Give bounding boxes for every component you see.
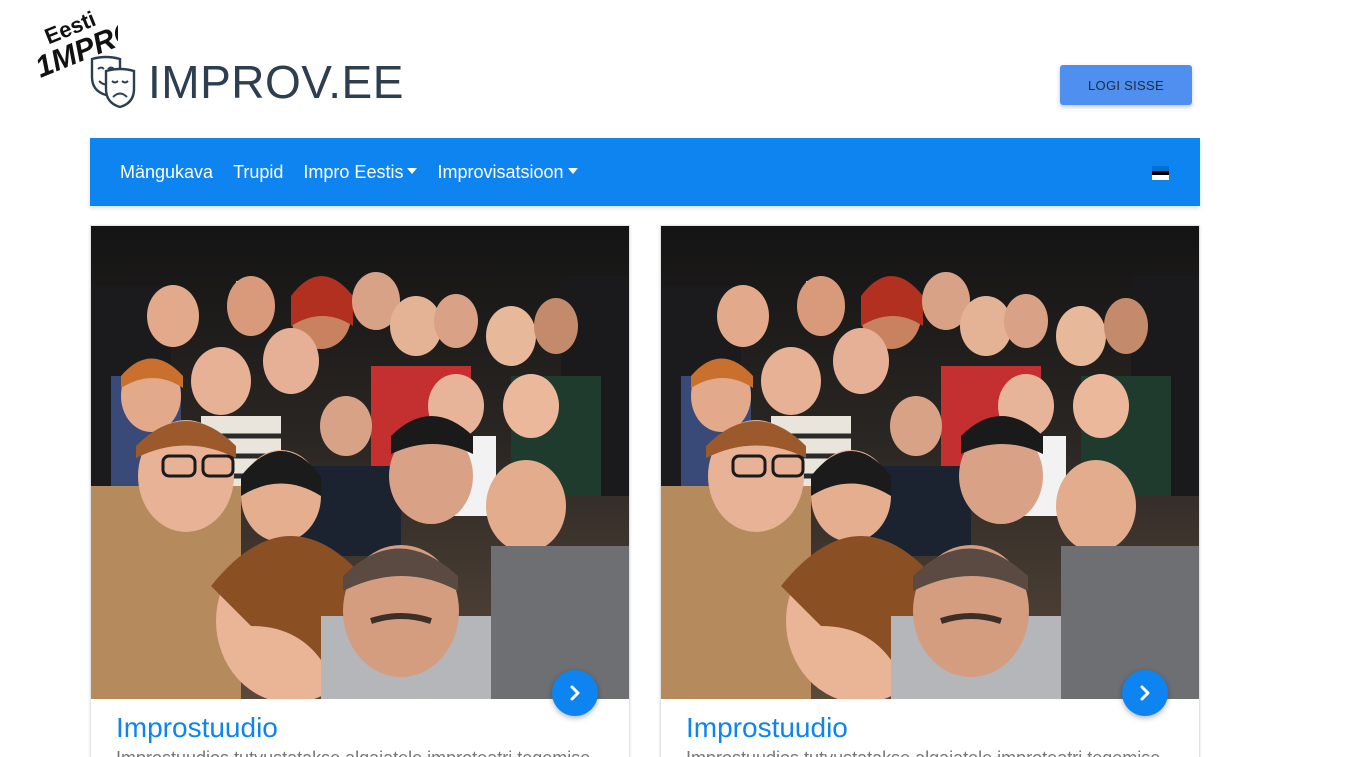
group-selfie-photo[interactable] <box>661 226 1199 699</box>
card-description: Improstuudios tutvustatakse algajatele i… <box>686 748 1176 757</box>
theater-masks-icon <box>90 55 136 109</box>
nav-item-mangukava[interactable]: Mängukava <box>110 162 223 183</box>
page: Eesti 1MPRO IMPROV.EE LOGI SISSE Mänguka… <box>0 0 1353 757</box>
chevron-right-icon <box>570 685 580 701</box>
group-selfie-photo[interactable] <box>91 226 629 699</box>
caret-down-icon <box>407 168 418 174</box>
nav-item-label: Impro Eestis <box>303 161 404 182</box>
card: Improstuudio Improstuudios tutvustatakse… <box>660 225 1200 757</box>
nav-item-impro-eestis[interactable]: Impro Eestis <box>293 162 427 183</box>
main-navbar: Mängukava Trupid Impro Eestis Improvisat… <box>90 138 1200 206</box>
nav-menu: Mängukava Trupid Impro Eestis Improvisat… <box>110 138 588 206</box>
nav-item-trupid[interactable]: Trupid <box>223 162 293 183</box>
login-button[interactable]: LOGI SISSE <box>1060 65 1192 105</box>
nav-item-improvisatsioon[interactable]: Improvisatsioon <box>427 162 587 183</box>
card-title[interactable]: Improstuudio <box>686 712 848 744</box>
caret-down-icon <box>567 168 578 174</box>
card-next-button[interactable] <box>552 670 598 716</box>
estonian-flag-icon[interactable] <box>1152 166 1169 181</box>
nav-item-label: Trupid <box>233 161 284 182</box>
brand-link[interactable]: IMPROV.EE <box>90 54 404 110</box>
nav-item-label: Improvisatsioon <box>437 161 564 182</box>
nav-item-label: Mängukava <box>120 161 214 182</box>
flag-stripe-white <box>1152 175 1169 181</box>
card-description: Improstuudios tutvustatakse algajatele i… <box>116 748 606 757</box>
card-next-button[interactable] <box>1122 670 1168 716</box>
card-title[interactable]: Improstuudio <box>116 712 278 744</box>
chevron-right-icon <box>1140 685 1150 701</box>
card: Improstuudio Improstuudios tutvustatakse… <box>90 225 630 757</box>
brand-title: IMPROV.EE <box>148 56 404 108</box>
